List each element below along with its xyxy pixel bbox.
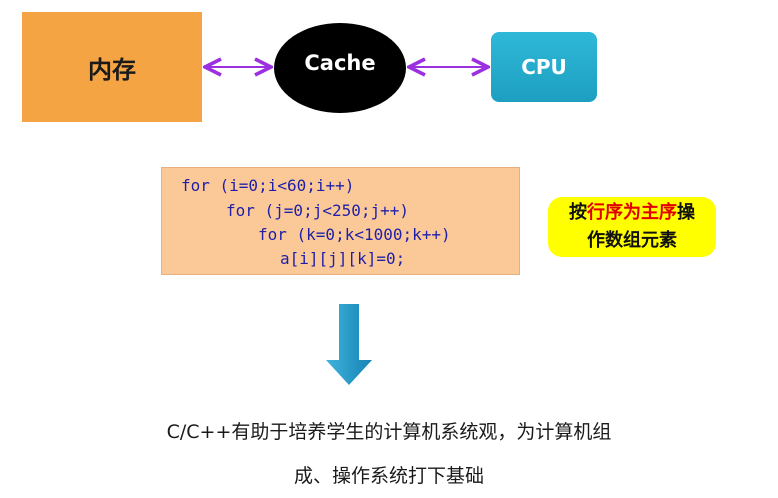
row-major-note: 按行序为主序操 作数组元素 <box>548 197 716 257</box>
note-prefix: 按 <box>569 202 587 223</box>
code-line-1: for (i=0;i<60;i++) <box>181 176 355 195</box>
note-line-1: 按行序为主序操 <box>548 199 716 227</box>
code-line-3: for (k=0;k<1000;k++) <box>258 225 451 244</box>
code-line-4: a[i][j][k]=0; <box>280 249 406 268</box>
memory-label: 内存 <box>88 55 136 84</box>
note-highlight: 行序为主序 <box>587 202 677 223</box>
code-block: for (i=0;i<60;i++) for (j=0;j<250;j++) f… <box>161 167 520 275</box>
cpu-block: CPU <box>491 32 597 102</box>
caption-line-1: C/C++有助于培养学生的计算机系统观，为计算机组 <box>166 421 612 443</box>
down-arrow-icon <box>326 304 372 385</box>
cache-label: Cache <box>304 51 376 75</box>
cpu-label: CPU <box>521 55 567 79</box>
cache-node: Cache <box>274 23 406 113</box>
caption-line-2: 成、操作系统打下基础 <box>293 465 484 487</box>
caption: C/C++有助于培养学生的计算机系统观，为计算机组 成、操作系统打下基础 <box>0 410 778 498</box>
code-line-2: for (j=0;j<250;j++) <box>226 201 410 220</box>
note-line-2: 作数组元素 <box>587 230 677 251</box>
note-suffix: 操 <box>677 202 695 223</box>
memory-block: 内存 <box>22 12 202 122</box>
